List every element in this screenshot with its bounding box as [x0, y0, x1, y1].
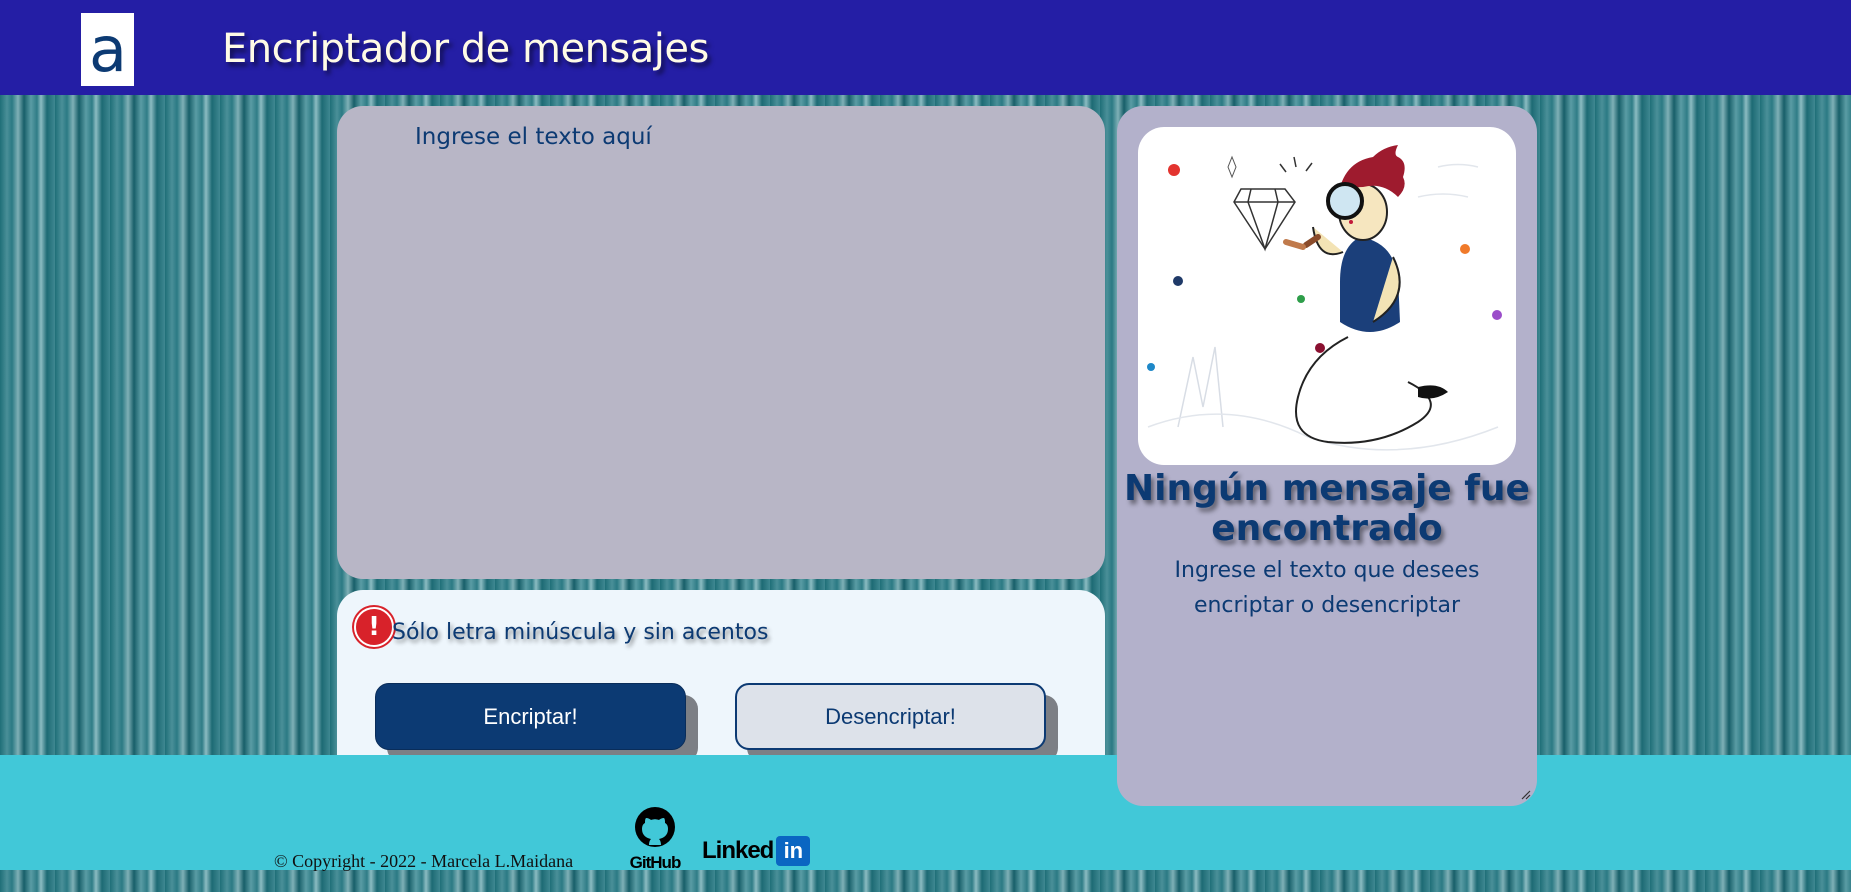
header: a Encriptador de mensajes — [0, 0, 1851, 95]
output-panel: Ningún mensaje fue encontrado Ingrese el… — [1117, 106, 1537, 806]
svg-text:a: a — [89, 19, 127, 81]
exclamation-icon: ! — [354, 607, 394, 647]
linkedin-icon: in — [776, 836, 811, 866]
alura-logo[interactable]: a — [81, 13, 134, 86]
copyright-text: © Copyright - 2022 - Marcela L.Maidana — [274, 851, 574, 871]
resize-handle-icon[interactable] — [1519, 788, 1531, 800]
input-panel — [337, 106, 1105, 579]
github-label: GitHub — [630, 853, 681, 871]
linkedin-link[interactable]: Linked in — [702, 835, 811, 867]
page-title: Encriptador de mensajes — [222, 26, 709, 72]
decrypt-button[interactable]: Desencriptar! — [735, 683, 1046, 750]
linkedin-word: Linked — [702, 837, 774, 864]
logo-mark-icon: a — [89, 19, 127, 81]
warning-text: Sólo letra minúscula y sin acentos — [392, 620, 769, 645]
github-link[interactable]: GitHub — [627, 805, 683, 872]
no-message-subtitle: Ingrese el texto que desees encriptar o … — [1174, 558, 1480, 618]
detective-illustration — [1138, 127, 1516, 465]
encrypt-button[interactable]: Encriptar! — [375, 683, 686, 750]
message-input[interactable] — [337, 106, 1105, 579]
no-message-title: Ningún mensaje fue encontrado — [1124, 468, 1530, 549]
github-icon: GitHub — [630, 807, 682, 872]
